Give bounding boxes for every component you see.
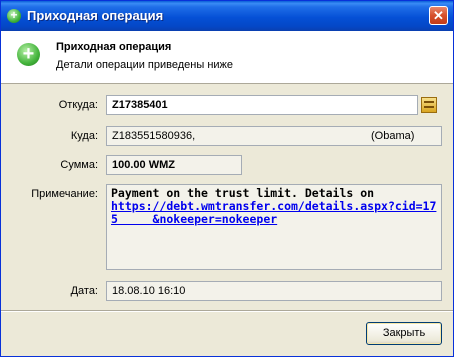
- amount-value: 100.00 WMZ: [112, 159, 175, 171]
- amount-field[interactable]: 100.00 WMZ: [106, 155, 242, 175]
- close-icon: ✕: [433, 8, 444, 23]
- details-link[interactable]: https://debt.wmtransfer.com/details.aspx…: [111, 199, 436, 226]
- close-button[interactable]: Закрыть: [366, 322, 442, 345]
- plus-circle-icon: +: [7, 8, 21, 23]
- to-field[interactable]: Z183551580936, (Obama): [106, 126, 442, 146]
- from-field[interactable]: Z17385401: [106, 95, 418, 115]
- to-suffix: (Obama): [371, 130, 415, 142]
- date-field[interactable]: 18.08.10 16:10: [106, 281, 442, 301]
- window-title: Приходная операция: [27, 8, 164, 23]
- date-label: Дата:: [70, 285, 98, 297]
- note-field[interactable]: Payment on the trust limit. Details on h…: [106, 184, 442, 270]
- from-label: Откуда:: [58, 99, 98, 111]
- from-value: Z17385401: [112, 99, 168, 111]
- amount-label: Сумма:: [60, 159, 98, 171]
- wallet-icon[interactable]: [421, 97, 437, 113]
- dialog-window: + Приходная операция ✕ + Приходная опера…: [0, 0, 454, 357]
- note-label: Примечание:: [31, 188, 98, 200]
- close-window-button[interactable]: ✕: [429, 6, 448, 25]
- dialog-header: + Приходная операция Детали операции при…: [1, 31, 453, 84]
- header-subtitle: Детали операции приведены ниже: [56, 59, 234, 71]
- to-value: Z183551580936,: [112, 130, 196, 142]
- to-label: Куда:: [70, 130, 98, 142]
- title-bar[interactable]: + Приходная операция ✕: [1, 1, 453, 31]
- date-value: 18.08.10 16:10: [112, 285, 186, 297]
- header-title: Приходная операция: [56, 41, 172, 53]
- footer-divider: [1, 310, 453, 312]
- plus-circle-icon: +: [17, 43, 40, 66]
